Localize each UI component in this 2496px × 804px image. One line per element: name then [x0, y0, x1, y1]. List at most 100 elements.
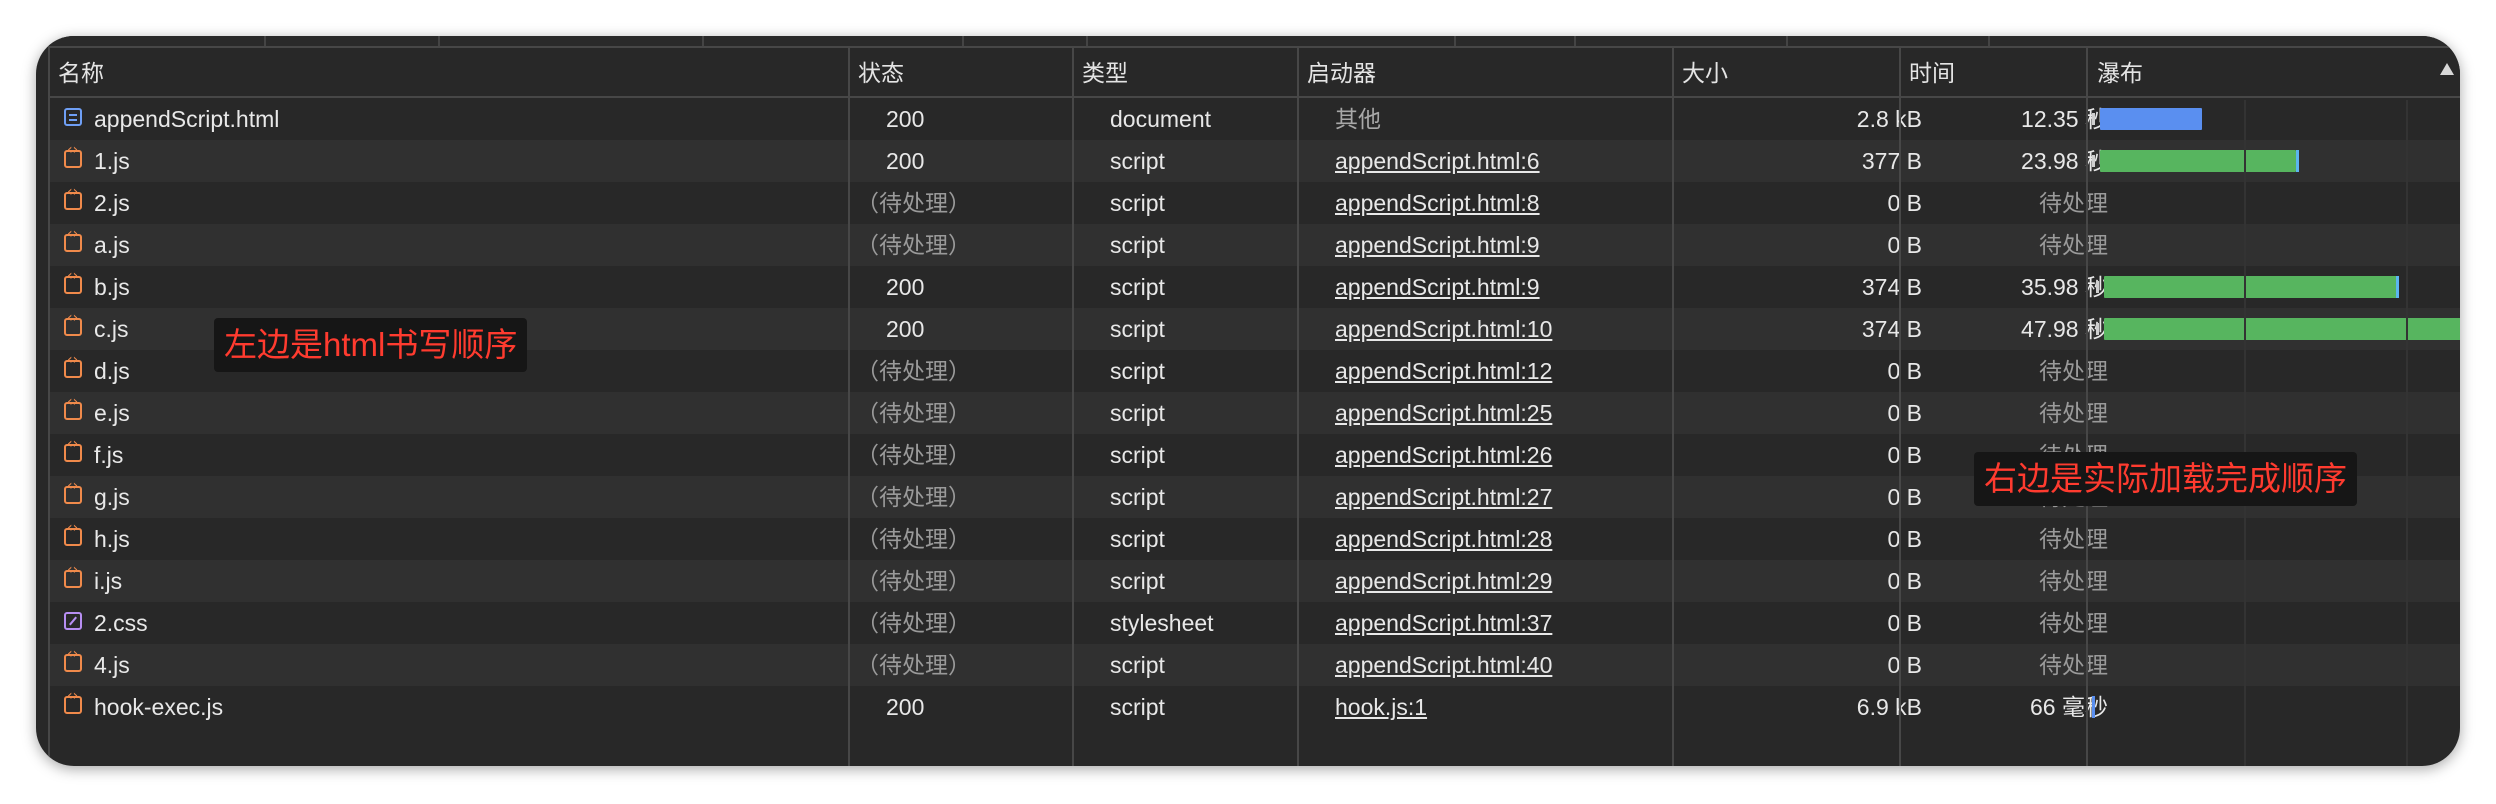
request-name[interactable]: hook-exec.js: [94, 686, 223, 728]
request-initiator-link[interactable]: appendScript.html:10: [1335, 308, 1552, 350]
request-name[interactable]: b.js: [94, 266, 130, 308]
script-icon: [64, 646, 82, 672]
document-icon: [64, 108, 82, 126]
request-initiator-link[interactable]: appendScript.html:6: [1335, 140, 1540, 182]
request-type: script: [1110, 526, 1165, 552]
request-name[interactable]: g.js: [94, 476, 130, 518]
request-size: 0 B: [1887, 358, 1922, 384]
request-size: 0 B: [1887, 526, 1922, 552]
request-initiator-link[interactable]: appendScript.html:26: [1335, 434, 1552, 476]
request-name[interactable]: 1.js: [94, 140, 130, 182]
column-header-time[interactable]: 时间: [1899, 48, 1955, 98]
request-size: 0 B: [1887, 568, 1922, 594]
request-size: 0 B: [1887, 442, 1922, 468]
request-initiator-link[interactable]: appendScript.html:25: [1335, 392, 1552, 434]
waterfall-bar[interactable]: [2088, 308, 2460, 350]
request-initiator-link: 其他: [1335, 106, 1381, 132]
table-row[interactable]: 4.js （待处理） script appendScript.html:40 0 B 待处…: [48, 644, 2460, 686]
toolbar-edge: [36, 36, 2460, 46]
request-size: 0 B: [1887, 484, 1922, 510]
network-requests-table: 名称 状态 类型 启动器 大小 时间 瀑布 appendScript.html 2…: [48, 46, 2460, 766]
request-time: 待处理: [2039, 652, 2108, 678]
request-name[interactable]: e.js: [94, 392, 130, 434]
request-name[interactable]: a.js: [94, 224, 130, 266]
table-row[interactable]: b.js 200 script appendScript.html:9 374 B 35.…: [48, 266, 2460, 308]
request-name[interactable]: d.js: [94, 350, 130, 392]
request-type: script: [1110, 358, 1165, 384]
script-icon: [64, 226, 82, 252]
column-header-waterfall[interactable]: 瀑布: [2087, 48, 2143, 98]
script-icon: [64, 436, 82, 462]
request-name[interactable]: c.js: [94, 308, 129, 350]
table-row[interactable]: 2.js （待处理） script appendScript.html:8 0 B 待处理: [48, 182, 2460, 224]
table-row[interactable]: e.js （待处理） script appendScript.html:25 0 B 待处…: [48, 392, 2460, 434]
request-type: stylesheet: [1110, 610, 1214, 636]
request-initiator-link[interactable]: appendScript.html:9: [1335, 266, 1540, 308]
waterfall-bar[interactable]: [2088, 224, 2460, 266]
script-icon: [64, 184, 82, 210]
request-status: 200: [886, 316, 925, 342]
waterfall-bar[interactable]: [2088, 392, 2460, 434]
request-time: 待处理: [2039, 610, 2108, 636]
column-header-initiator[interactable]: 启动器: [1297, 48, 1376, 98]
request-time: 35.98 秒: [2021, 274, 2108, 300]
table-row[interactable]: hook-exec.js 200 script hook.js:1 6.9 kB 66 毫…: [48, 686, 2460, 728]
column-header-name[interactable]: 名称: [48, 48, 104, 98]
request-initiator-link[interactable]: hook.js:1: [1335, 686, 1427, 728]
request-size: 0 B: [1887, 610, 1922, 636]
request-size: 6.9 kB: [1856, 694, 1922, 720]
waterfall-bar[interactable]: [2088, 182, 2460, 224]
waterfall-bar[interactable]: [2088, 98, 2460, 140]
request-status: （待处理）: [856, 526, 971, 552]
table-header: 名称 状态 类型 启动器 大小 时间 瀑布: [48, 46, 2460, 98]
request-initiator-link[interactable]: appendScript.html:29: [1335, 560, 1552, 602]
request-initiator-link[interactable]: appendScript.html:12: [1335, 350, 1552, 392]
waterfall-bar[interactable]: [2088, 140, 2460, 182]
request-status: 200: [886, 106, 925, 132]
waterfall-bar[interactable]: [2088, 686, 2460, 728]
request-initiator-link[interactable]: appendScript.html:28: [1335, 518, 1552, 560]
request-name[interactable]: appendScript.html: [94, 98, 279, 140]
request-type: script: [1110, 694, 1165, 720]
table-row[interactable]: 1.js 200 script appendScript.html:6 377 B 23.…: [48, 140, 2460, 182]
table-row[interactable]: i.js （待处理） script appendScript.html:29 0 B 待处…: [48, 560, 2460, 602]
annotation-left: 左边是html书写顺序: [214, 318, 528, 372]
waterfall-bar[interactable]: [2088, 644, 2460, 686]
request-name[interactable]: 4.js: [94, 644, 130, 686]
request-initiator-link[interactable]: appendScript.html:8: [1335, 182, 1540, 224]
request-status: （待处理）: [856, 568, 971, 594]
request-type: document: [1110, 106, 1212, 132]
request-size: 377 B: [1861, 148, 1922, 174]
request-initiator-link[interactable]: appendScript.html:37: [1335, 602, 1552, 644]
sort-ascending-icon[interactable]: [2440, 63, 2454, 75]
request-type: script: [1110, 442, 1165, 468]
script-icon: [64, 268, 82, 294]
column-header-type[interactable]: 类型: [1072, 48, 1128, 98]
request-initiator-link[interactable]: appendScript.html:27: [1335, 476, 1552, 518]
request-initiator-link[interactable]: appendScript.html:40: [1335, 644, 1552, 686]
request-status: （待处理）: [856, 442, 971, 468]
waterfall-bar[interactable]: [2088, 266, 2460, 308]
request-time: 待处理: [2039, 232, 2108, 258]
script-icon: [64, 142, 82, 168]
table-row[interactable]: a.js （待处理） script appendScript.html:9 0 B 待处理: [48, 224, 2460, 266]
request-name[interactable]: i.js: [94, 560, 122, 602]
table-row[interactable]: appendScript.html 200 document 其他 2.8 kB 12.3…: [48, 98, 2460, 140]
request-initiator-link[interactable]: appendScript.html:9: [1335, 224, 1540, 266]
request-name[interactable]: f.js: [94, 434, 123, 476]
column-header-size[interactable]: 大小: [1672, 48, 1728, 98]
request-name[interactable]: 2.js: [94, 182, 130, 224]
table-row[interactable]: h.js （待处理） script appendScript.html:28 0 B 待处…: [48, 518, 2460, 560]
waterfall-bar[interactable]: [2088, 518, 2460, 560]
waterfall-bar[interactable]: [2088, 602, 2460, 644]
column-header-status[interactable]: 状态: [848, 48, 904, 98]
waterfall-bar[interactable]: [2088, 350, 2460, 392]
waterfall-bar[interactable]: [2088, 560, 2460, 602]
stylesheet-icon: [64, 612, 82, 630]
request-name[interactable]: h.js: [94, 518, 130, 560]
table-row[interactable]: 2.css （待处理） stylesheet appendScript.html:37…: [48, 602, 2460, 644]
request-time: 待处理: [2039, 358, 2108, 384]
request-time: 待处理: [2039, 190, 2108, 216]
request-name[interactable]: 2.css: [94, 602, 148, 644]
devtools-network-panel: 名称 状态 类型 启动器 大小 时间 瀑布 appendScript.html 2…: [36, 36, 2460, 766]
